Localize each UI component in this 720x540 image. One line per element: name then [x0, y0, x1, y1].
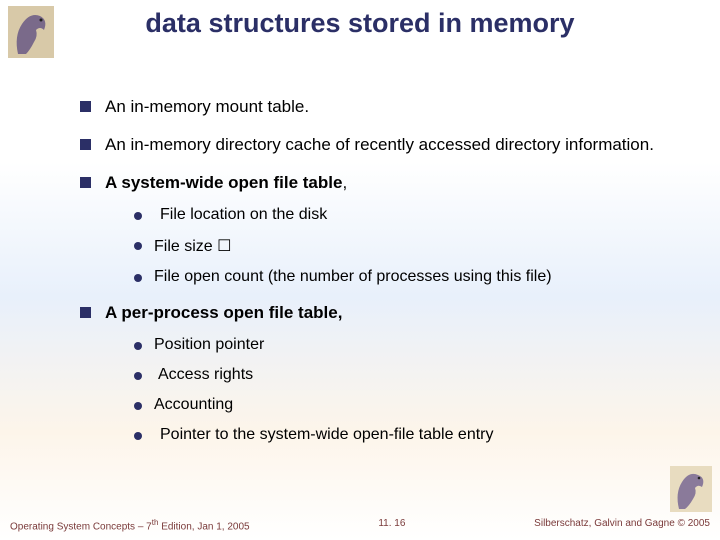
bullet-suffix: ,	[342, 173, 347, 192]
dinosaur-logo-bottom-right	[670, 466, 712, 512]
subitem-text: File open count (the number of processes…	[154, 268, 552, 286]
subitem-pointer-system-wide: Pointer to the system-wide open-file tab…	[134, 426, 690, 444]
footer-left-b: Edition, Jan 1, 2005	[158, 521, 249, 532]
footer-left-a: Operating System Concepts – 7	[10, 521, 152, 532]
bullet-bold-text: A system-wide open file table	[105, 173, 342, 192]
footer-left: Operating System Concepts – 7th Edition,…	[10, 518, 250, 532]
dot-bullet-icon	[134, 432, 142, 440]
subitem-text: Position pointer	[154, 336, 264, 354]
subitem-text: File location on the disk	[154, 206, 327, 224]
square-bullet-icon	[80, 307, 91, 318]
dot-bullet-icon	[134, 402, 142, 410]
dot-bullet-icon	[134, 372, 142, 380]
subitem-file-open-count: File open count (the number of processes…	[134, 268, 690, 286]
slide-content: An in-memory mount table. An in-memory d…	[80, 96, 690, 456]
footer-slide-number: 11. 16	[378, 518, 405, 532]
footer-copyright: Silberschatz, Galvin and Gagne © 2005	[534, 518, 710, 532]
dot-bullet-icon	[134, 242, 142, 250]
subitem-position-pointer: Position pointer	[134, 336, 690, 354]
subitem-text: Pointer to the system-wide open-file tab…	[154, 426, 494, 444]
dot-bullet-icon	[134, 342, 142, 350]
bullet-text: A system-wide open file table,	[105, 172, 347, 194]
subitem-file-location: File location on the disk	[134, 206, 690, 224]
bullet-bold-text: A per-process open file table,	[105, 302, 342, 324]
square-bullet-icon	[80, 139, 91, 150]
subitem-text: Accounting	[154, 396, 233, 414]
slide-footer: Operating System Concepts – 7th Edition,…	[0, 518, 720, 532]
slide-title: data structures stored in memory	[0, 8, 720, 39]
square-bullet-icon	[80, 101, 91, 112]
square-bullet-icon	[80, 177, 91, 188]
bullet-text: An in-memory mount table.	[105, 96, 309, 118]
subitem-access-rights: Access rights	[134, 366, 690, 384]
bullet-text: An in-memory directory cache of recently…	[105, 134, 654, 156]
bullet-directory-cache: An in-memory directory cache of recently…	[80, 134, 690, 156]
dot-bullet-icon	[134, 212, 142, 220]
bullet-per-process-table: A per-process open file table,	[80, 302, 690, 324]
subitem-accounting: Accounting	[134, 396, 690, 414]
subitem-text: File size ☐	[154, 236, 231, 256]
subitem-file-size: File size ☐	[134, 236, 690, 256]
bullet-mount-table: An in-memory mount table.	[80, 96, 690, 118]
subitem-text: Access rights	[154, 366, 253, 384]
bullet-system-wide-table: A system-wide open file table,	[80, 172, 690, 194]
dot-bullet-icon	[134, 274, 142, 282]
